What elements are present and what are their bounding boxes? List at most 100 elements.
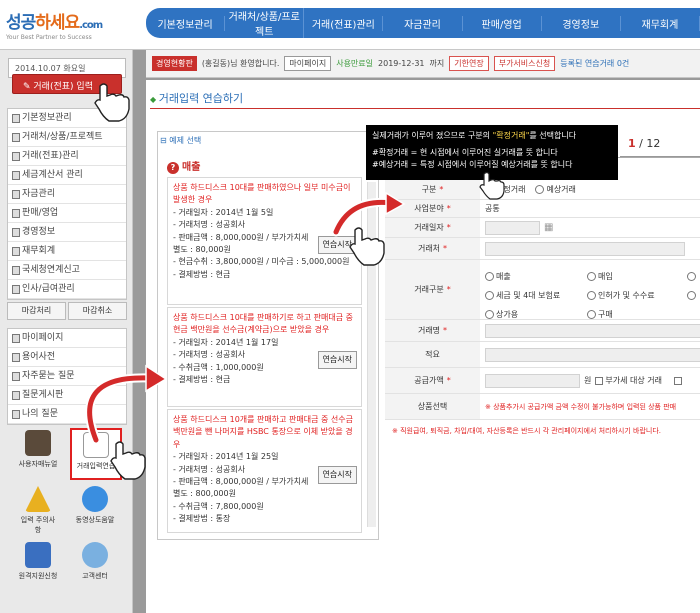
sidebar-item-tax-invoice[interactable]: 세금계산서 관리 (8, 166, 126, 185)
sidebar-item-board[interactable]: 질문게시판 (8, 386, 126, 405)
tile-practice-entry[interactable]: 거래입력연습 (70, 428, 122, 480)
radio-license-fee[interactable]: 인허가 및 수수료 (587, 286, 687, 305)
nav-item-management[interactable]: 경영정보 (542, 15, 621, 31)
radio-more-2[interactable] (687, 291, 696, 300)
nav-item-funds[interactable]: 자금관리 (383, 15, 463, 31)
sidebar-item-voucher[interactable]: 거래(전표)관리 (8, 147, 126, 166)
form-footnote: ※ 직원급여, 퇴직금, 차입/대여, 자산등록은 반드시 각 관리페이지에서 … (392, 427, 661, 435)
pager-total: 12 (646, 137, 661, 150)
example-line: - 현금수취 : 3,800,000원 / 미수금 : 5,000,000원 (173, 257, 350, 267)
example-card-3: 상품 하드디스크 10개를 판매하고 판매대금 중 선수금 백만원을 뺀 나머지… (167, 409, 362, 533)
field-label: 사업분야 * (385, 200, 480, 217)
brand-logo[interactable]: 성공하세요.com Your Best Partner to Success (6, 8, 136, 44)
radio-tax-insurance[interactable]: 세금 및 4대 보험료 (485, 286, 587, 305)
product-note: ※ 상품추가시 공급가액 금액 수정이 불가능하며 입력된 상품 판매 (485, 402, 677, 411)
nav-item-partner[interactable]: 거래처/상품/프로젝트 (225, 8, 305, 38)
book-icon (25, 430, 51, 456)
field-label: 거래처 * (385, 238, 480, 259)
radio-purchase[interactable]: 매입 (587, 267, 687, 286)
sidebar-item-sales[interactable]: 판매/영업 (8, 204, 126, 223)
example-line: - 수취금액 : 7,800,000원 (173, 501, 264, 511)
nav-item-sales[interactable]: 판매/영업 (463, 15, 542, 31)
dashboard-badge[interactable]: 경영현황판 (152, 56, 197, 71)
field-label: 적요 (385, 342, 480, 367)
sidebar-item-partner[interactable]: 거래처/상품/프로젝트 (8, 128, 126, 147)
start-practice-button[interactable]: 연습시작 (317, 466, 357, 485)
page-title: 거래입력 연습하기 (150, 90, 243, 106)
tile-label: 원격지원신청 (18, 572, 58, 580)
section-label: 매출 (182, 162, 201, 173)
example-line: - 결제방법 : 현금 (173, 269, 231, 279)
sidebar-item-glossary[interactable]: 용어사전 (8, 348, 126, 367)
mypage-button[interactable]: 마이페이지 (284, 56, 332, 71)
question-icon: ? (167, 162, 179, 174)
amount-input[interactable] (485, 373, 580, 388)
radio-confirmed[interactable]: 확정거래 (485, 184, 525, 195)
closing-buttons: 마감처리 마감취소 (7, 302, 127, 320)
tile-customer-center[interactable]: 고객센터 (75, 540, 115, 592)
row-product: 상품선택 ※ 상품추가시 공급가액 금액 수정이 불가능하며 입력된 상품 판매 (385, 394, 700, 420)
logo-slogan: Your Best Partner to Success (6, 34, 92, 41)
txn-name-input[interactable] (485, 323, 700, 338)
voucher-entry-button[interactable]: ✎ 거래(전표) 입력 (12, 74, 122, 94)
sidebar-item-mypage[interactable]: 마이페이지 (8, 329, 126, 348)
radio-sales[interactable]: 매출 (485, 267, 587, 286)
row-gubun: 구분 * 확정거래 예상거래 (385, 180, 700, 200)
sidebar-menu-main: 기본정보관리 거래처/상품/프로젝트 거래(전표)관리 세금계산서 관리 자금관… (7, 108, 127, 300)
extra-checkbox[interactable] (673, 376, 682, 385)
tile-video-help[interactable]: 동영상도움말 (75, 484, 115, 536)
partner-input[interactable] (485, 241, 685, 256)
voucher-entry-label: 거래(전표) 입력 (33, 82, 93, 92)
example-headline: 상품 하드디스크 10개를 판매하고 판매대금 중 선수금 백만원을 뺀 나머지… (173, 415, 353, 449)
title-divider (150, 108, 700, 109)
sidebar-item-my-questions[interactable]: 나의 질문 (8, 405, 126, 424)
addon-service-button[interactable]: 부가서비스신청 (493, 56, 556, 71)
date-input[interactable] (485, 220, 540, 235)
expiry-suffix: 까지 (429, 59, 445, 68)
sidebar-item-faq[interactable]: 자주묻는 질문 (8, 367, 126, 386)
extend-button[interactable]: 기한연장 (449, 56, 489, 71)
memo-input[interactable] (485, 347, 700, 362)
sidebar-menu-help: 마이페이지 용어사전 자주묻는 질문 질문게시판 나의 질문 (7, 328, 127, 425)
field-label: 구분 * (385, 180, 480, 199)
start-practice-button[interactable]: 연습시작 (317, 236, 357, 255)
tooltip-line-2: #예상거래 = 특정 시점에서 이루어질 예상거래를 뜻 합니다 (372, 160, 573, 169)
field-label: 거래일자 * (385, 218, 480, 237)
tile-remote-support[interactable]: 원격지원신청 (18, 540, 58, 592)
sidebar-item-management[interactable]: 경영정보 (8, 223, 126, 242)
step-pager: 1 / 12 (628, 137, 660, 150)
sidebar-item-tax-report[interactable]: 국세청연계신고 (8, 261, 126, 280)
example-headline: 상품 하드디스크 10대를 판매하기로 하고 판매대금 중 현금 백만원을 선수… (173, 313, 353, 335)
radio-more[interactable] (687, 272, 696, 281)
sidebar-item-basic[interactable]: 기본정보관리 (8, 109, 126, 128)
radio-expected[interactable]: 예상거래 (535, 184, 576, 195)
sidebar-item-accounting[interactable]: 재무회계 (8, 242, 126, 261)
sidebar-item-hr[interactable]: 인사/급여관리 (8, 280, 126, 299)
example-line: - 결제방법 : 통장 (173, 514, 231, 524)
example-line: - 거래일자 : 2014년 1월 17일 (173, 337, 279, 347)
start-practice-button[interactable]: 연습시작 (317, 351, 357, 370)
guide-tooltip: 실제거래가 이루어 졌으므로 구분의 "확정거래"를 선택합니다 #확정거래 =… (366, 125, 618, 180)
nav-item-basic[interactable]: 기본정보관리 (146, 15, 226, 31)
sidebar-item-funds[interactable]: 자금관리 (8, 185, 126, 204)
tile-label: 동영상도움말 (75, 516, 115, 524)
tile-input-caution[interactable]: 입력 주의사항 (18, 484, 58, 536)
row-partner: 거래처 * (385, 238, 700, 260)
vat-none-checkbox[interactable]: 부가세 대상 거래 (595, 375, 662, 386)
nav-item-accounting[interactable]: 재무회계 (621, 15, 700, 31)
nav-item-voucher[interactable]: 거래(전표)관리 (304, 15, 384, 31)
example-scrollbar[interactable] (367, 182, 376, 527)
tile-label: 고객센터 (82, 572, 108, 580)
section-title: ? 매출 (167, 158, 200, 174)
calendar-icon[interactable]: ▦ (544, 222, 553, 233)
close-period-button[interactable]: 마감처리 (7, 302, 66, 320)
collapse-icon: ⊟ (160, 136, 170, 145)
tile-user-manual[interactable]: 사용자매뉴얼 (18, 428, 58, 480)
row-business: 사업분야 * 공통 (385, 200, 700, 218)
example-card-1: 상품 하드디스크 10대를 판매하였으나 일부 미수금이 발생한 경우 - 거래… (167, 177, 362, 305)
expiry-label: 사용만료일 (336, 59, 374, 68)
cancel-close-button[interactable]: 마감취소 (68, 302, 127, 320)
row-date: 거래일자 * ▦ (385, 218, 700, 238)
warning-icon (25, 486, 51, 512)
tooltip-text: 실제거래가 이루어 졌으므로 구분의 (372, 131, 493, 140)
